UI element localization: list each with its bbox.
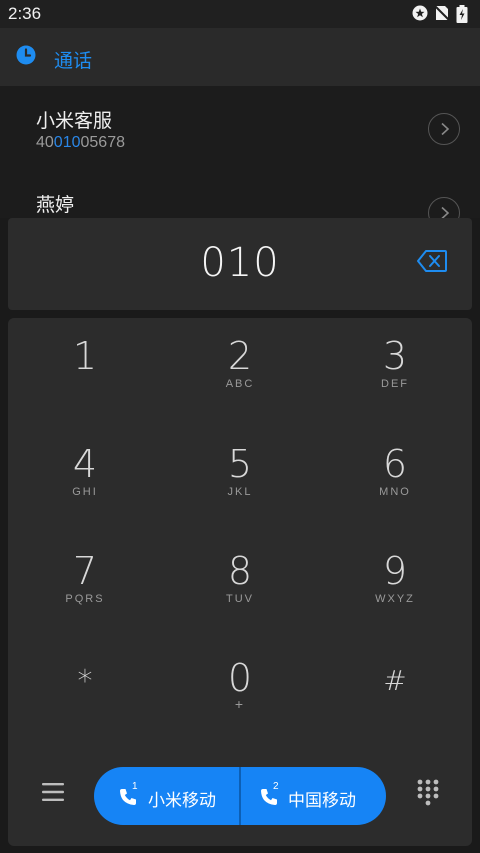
status-icons: [412, 5, 472, 23]
key-letters: DEF: [381, 378, 409, 390]
notification-icon: [412, 5, 428, 21]
battery-charging-icon: [456, 5, 472, 23]
key-digit: 4: [72, 442, 98, 486]
sim1-label: 小米移动: [148, 791, 216, 810]
key-0[interactable]: 0 +: [163, 640, 317, 746]
key-5[interactable]: 5 JKL: [163, 426, 317, 532]
backspace-button[interactable]: [416, 249, 448, 273]
key-letters: TUV: [226, 593, 254, 605]
status-bar: 2:36: [0, 0, 480, 28]
clock-icon[interactable]: [16, 45, 36, 65]
key-digit: #: [383, 664, 407, 697]
contact-name: 小米客服: [36, 111, 113, 132]
key-digit: 6: [382, 442, 408, 486]
dial-button-group: 1 小米移动 2 中国移动: [94, 767, 386, 825]
dialed-number[interactable]: 010: [8, 240, 472, 286]
backspace-icon: [417, 250, 447, 272]
app-header: 通话: [0, 28, 480, 86]
key-digit: 0: [227, 656, 253, 700]
key-6[interactable]: 6 MNO: [318, 426, 472, 532]
sim2-label: 中国移动: [288, 791, 356, 810]
sim-index: 1: [132, 781, 138, 792]
dial-sim2-button[interactable]: 2 中国移动: [241, 767, 386, 825]
number-suffix: 05678: [80, 134, 126, 151]
key-digit: 2: [227, 334, 253, 378]
key-digit: 5: [227, 442, 253, 486]
key-digit: 1: [72, 334, 98, 378]
key-digit: 8: [227, 549, 253, 593]
key-2[interactable]: 2 ABC: [163, 318, 317, 424]
key-letters: JKL: [227, 486, 253, 498]
key-letters: MNO: [379, 486, 411, 498]
key-star[interactable]: *: [8, 640, 162, 746]
key-1[interactable]: 1: [8, 318, 162, 424]
chevron-right-icon: [441, 122, 450, 136]
number-match-highlight: 010: [53, 134, 81, 151]
key-7[interactable]: 7 PQRS: [8, 533, 162, 639]
tab-calls[interactable]: 通话: [54, 46, 92, 73]
keypad-toggle-button[interactable]: [416, 779, 440, 807]
dial-sim1-button[interactable]: 1 小米移动: [94, 767, 239, 825]
no-sim-icon: [434, 5, 450, 21]
status-time: 2:36: [8, 4, 42, 23]
key-3[interactable]: 3 DEF: [318, 318, 472, 424]
key-letters: GHI: [72, 486, 98, 498]
key-9[interactable]: 9 WXYZ: [318, 533, 472, 639]
menu-button[interactable]: [42, 782, 64, 802]
key-letters: WXYZ: [375, 593, 415, 605]
sim-index: 2: [273, 781, 279, 792]
key-letters: PQRS: [65, 593, 105, 605]
key-digit: 9: [382, 549, 408, 593]
dial-keypad: 1 2 ABC 3 DEF 4 GHI 5 JKL 6 MNO 7 PQRS 8 TUV 9W…: [8, 318, 472, 846]
number-prefix: 40: [36, 134, 54, 151]
list-item[interactable]: 小米客服 4001005678: [0, 86, 480, 170]
key-digit: 7: [72, 549, 98, 593]
contact-detail-button[interactable]: [428, 113, 460, 145]
key-8[interactable]: 8 TUV: [163, 533, 317, 639]
contact-suggestions: 小米客服 4001005678 燕婷: [0, 86, 480, 229]
number-input-panel: 010: [8, 218, 472, 310]
key-letters: +: [234, 696, 246, 712]
menu-icon: [42, 783, 64, 801]
key-4[interactable]: 4 GHI: [8, 426, 162, 532]
key-digit: 3: [382, 334, 408, 378]
key-hash[interactable]: #: [318, 640, 472, 746]
dial-action-bar: 1 小米移动 2 中国移动: [8, 764, 472, 828]
dialpad-icon: [417, 779, 439, 806]
contact-number: 4001005678: [36, 134, 125, 152]
key-letters: ABC: [225, 378, 255, 390]
key-digit: *: [77, 664, 93, 699]
contact-name: 燕婷: [36, 195, 75, 216]
